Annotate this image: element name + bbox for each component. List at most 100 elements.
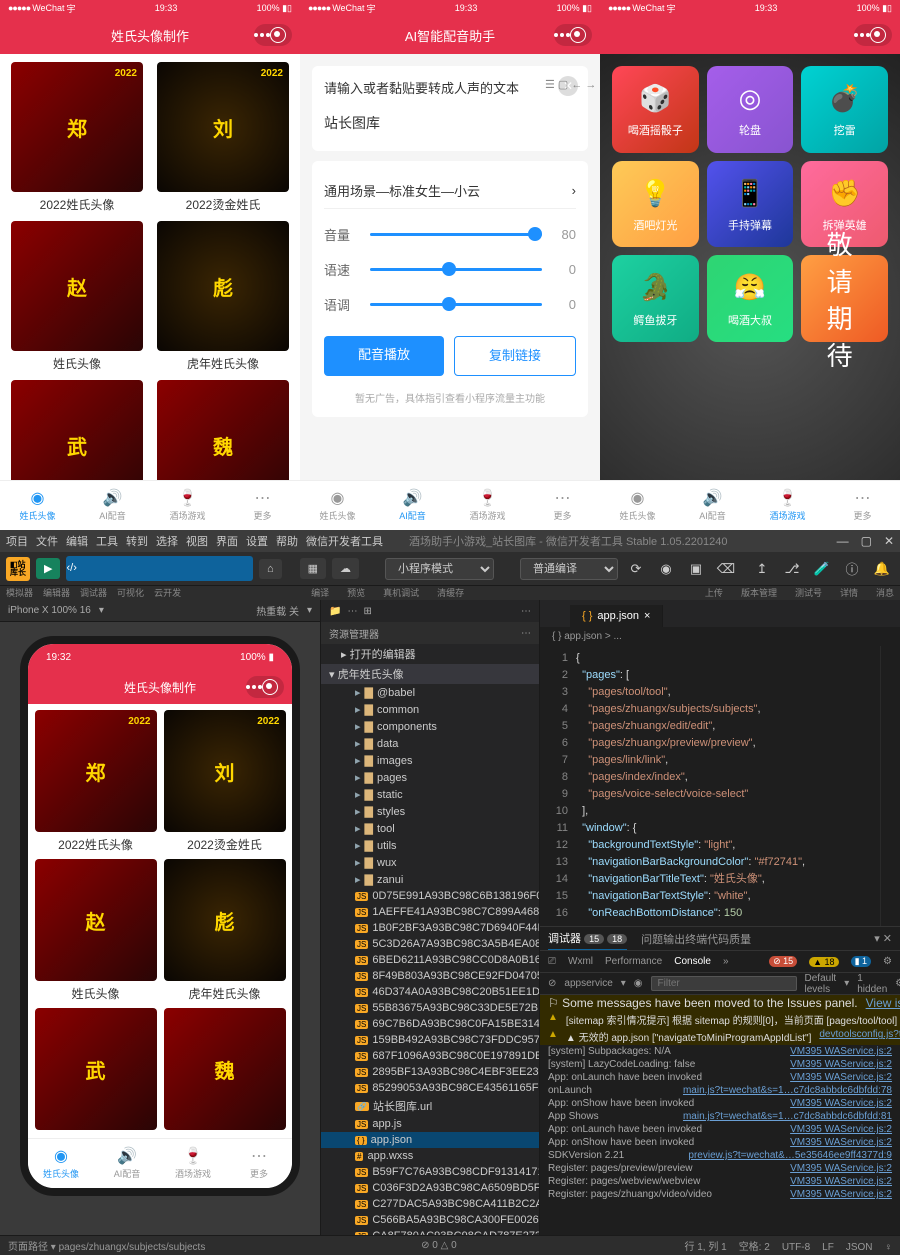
avatar-card[interactable]: 赵姓氏头像 (34, 859, 157, 1002)
file-item[interactable]: JS 687F1096A93BC98C0E197891DEAC9D83.js (321, 1048, 539, 1064)
file-item[interactable]: JS 1B0F2BF3A93BC98C7D6940F44FBC9D83.js (321, 920, 539, 936)
file-item[interactable]: JS 8F49B803A93BC98CE92FD04705C9D83.js (321, 968, 539, 984)
menu-转到[interactable]: 转到 (126, 536, 148, 548)
collapse-icon[interactable]: ▾ ✕ (874, 932, 892, 945)
preview-icon[interactable]: ◉ (654, 557, 678, 581)
game-tile-挖雷[interactable]: 💣挖雷 (801, 66, 888, 153)
menu-微信开发者工具[interactable]: 微信开发者工具 (306, 536, 383, 548)
nav-AI配音[interactable]: 🔊AI配音 (75, 481, 150, 530)
code-editor[interactable]: 12345678910111213141516 { "pages": [ "pa… (540, 646, 900, 926)
play-voice-button[interactable]: 配音播放 (324, 336, 444, 376)
message-icon[interactable]: 🔔 (870, 557, 894, 581)
nav-姓氏头像[interactable]: ◉姓氏头像 (300, 481, 375, 530)
console-tab-debugger[interactable]: 调试器 15 18 (548, 927, 627, 950)
cloud-button[interactable]: ☁ (332, 558, 359, 579)
file-item[interactable]: JS 6BED6211A93BC98CC0D8A0B16416C9D83.js (321, 952, 539, 968)
avatar-card[interactable]: 魏 (154, 380, 292, 480)
menu-文件[interactable]: 文件 (36, 536, 58, 548)
folder-components[interactable]: ▸ ▇ components (321, 718, 539, 735)
nav-姓氏头像[interactable]: ◉姓氏头像 (28, 1139, 94, 1188)
game-tile-喝酒大叔[interactable]: 😤喝酒大叔 (707, 255, 794, 342)
compile-icon[interactable]: ⟳ (624, 557, 648, 581)
simulator-button[interactable]: ▶ (36, 558, 60, 579)
file-item[interactable]: JS C036F3D2A93BC98CA6509BD5FD0D9D83.js (321, 1180, 539, 1196)
file-item[interactable]: JS B59F7C76A93BC98CDF9131417193AC9D83.js (321, 1164, 539, 1180)
filter-input[interactable] (651, 976, 797, 991)
avatar-card[interactable]: 彪虎年姓氏头像 (154, 221, 292, 372)
folder-utils[interactable]: ▸ ▇ utils (321, 837, 539, 854)
console-tab[interactable]: 代码质量 (707, 931, 751, 949)
file-item[interactable]: JS 46D374A0A93BC98C20B51EE1D9C9D83.js (321, 984, 539, 1000)
elements-icon[interactable]: ⎚ (548, 956, 556, 967)
voice-text-input[interactable]: 站长图库 (324, 107, 576, 139)
folder-styles[interactable]: ▸ ▇ styles (321, 803, 539, 820)
folder-wux[interactable]: ▸ ▇ wux (321, 854, 539, 871)
nav-酒场游戏[interactable]: 🍷酒场游戏 (750, 481, 825, 530)
folder-data[interactable]: ▸ ▇ data (321, 735, 539, 752)
copy-link-button[interactable]: 复制链接 (454, 336, 576, 376)
version-icon[interactable]: ⎇ (780, 557, 804, 581)
menu-视图[interactable]: 视图 (186, 536, 208, 548)
file-item[interactable]: JS 0D75E991A93BC98C6B138196F08C9D83.js (321, 888, 539, 904)
remote-debug-icon[interactable]: ▣ (684, 557, 708, 581)
folder-zanui[interactable]: ▸ ▇ zanui (321, 871, 539, 888)
folder-common[interactable]: ▸ ▇ common (321, 701, 539, 718)
avatar-card[interactable]: 赵姓氏头像 (8, 221, 146, 372)
nav-姓氏头像[interactable]: ◉姓氏头像 (600, 481, 675, 530)
file-item[interactable]: JS 69C7B6DA93BC98C0FA15BE31499C9D83.js (321, 1016, 539, 1032)
details-icon[interactable]: ⓘ (840, 557, 864, 581)
problems-count[interactable]: ⊘ 0 △ 0 (421, 1240, 457, 1251)
nav-酒场游戏[interactable]: 🍷酒场游戏 (160, 1139, 226, 1188)
mode-select[interactable]: 小程序模式 (385, 558, 494, 580)
clear-icon[interactable]: ⊘ (548, 978, 556, 989)
file-item[interactable]: JS 1AEFFE41A93BC98C7C899A4686BFB9D83.js (321, 904, 539, 920)
tone-slider[interactable] (370, 303, 542, 306)
menu-项目[interactable]: 项目 (6, 536, 28, 548)
upload-icon[interactable]: ↥ (750, 557, 774, 581)
file-item[interactable]: JS 2895BF13A93BC98C4EBF3EE23B6C0D83.js (321, 1064, 539, 1080)
maximize-icon[interactable]: ▢ (861, 534, 872, 548)
file-item[interactable]: JS 159BB492A93BC98C73FDDC95709C9D83.js (321, 1032, 539, 1048)
menu-编辑[interactable]: 编辑 (66, 536, 88, 548)
tab-performance[interactable]: Performance (605, 956, 662, 967)
nav-AI配音[interactable]: 🔊AI配音 (375, 481, 450, 530)
device-selector[interactable]: iPhone X 100% 16 (8, 605, 91, 616)
file-item[interactable]: 🔗 站长图库.url (321, 1096, 539, 1116)
settings-icon[interactable]: ⚙ (895, 978, 900, 989)
game-tile-轮盘[interactable]: ◎轮盘 (707, 66, 794, 153)
nav-姓氏头像[interactable]: ◉姓氏头像 (0, 481, 75, 530)
avatar-card[interactable]: 2022郑2022姓氏头像 (34, 710, 157, 853)
tree-open-editors[interactable]: ▸ 打开的编辑器 (321, 644, 539, 664)
avatar-card[interactable]: 彪虎年姓氏头像 (163, 859, 286, 1002)
file-item[interactable]: JS 55B83675A93BC98C33DE5E72BDC9D83.js (321, 1000, 539, 1016)
menu-选择[interactable]: 选择 (156, 536, 178, 548)
speed-slider[interactable] (370, 268, 542, 271)
file-item[interactable]: JS app.js (321, 1116, 539, 1132)
close-icon[interactable]: ✕ (884, 534, 894, 548)
file-item[interactable]: JS C277DAC5A93BC98CA411B2C2A2C29D83.js (321, 1196, 539, 1212)
capsule-menu[interactable] (554, 24, 592, 46)
game-tile-喝酒摇骰子[interactable]: 🎲喝酒摇骰子 (612, 66, 699, 153)
game-tile-手持弹幕[interactable]: 📱手持弹幕 (707, 161, 794, 248)
nav-更多[interactable]: ⋯更多 (225, 481, 300, 530)
folder-@babel[interactable]: ▸ ▇ @babel (321, 684, 539, 701)
console-tab[interactable]: 问题 (641, 931, 663, 949)
avatar-card[interactable]: 2022郑2022姓氏头像 (8, 62, 146, 213)
close-tab-icon[interactable]: × (644, 610, 650, 622)
file-item[interactable]: JS C566BA5A93BC98CA300FE0026DC9D83.js (321, 1212, 539, 1228)
tree-root[interactable]: ▾ 虎年姓氏头像 (321, 664, 539, 684)
tab-wxml[interactable]: Wxml (568, 956, 593, 967)
clear-cache-icon[interactable]: ⌫ (714, 557, 738, 581)
nav-更多[interactable]: ⋯更多 (226, 1139, 292, 1188)
file-item[interactable]: JS CA8F780AC93BC98CAD787E27213C9D83.js (321, 1228, 539, 1235)
folder-images[interactable]: ▸ ▇ images (321, 752, 539, 769)
settings-icon[interactable]: ⚙ (883, 956, 892, 967)
nav-更多[interactable]: ⋯更多 (525, 481, 600, 530)
folder-static[interactable]: ▸ ▇ static (321, 786, 539, 803)
visual-button[interactable]: ▦ (300, 558, 326, 579)
nav-AI配音[interactable]: 🔊AI配音 (675, 481, 750, 530)
nav-更多[interactable]: ⋯更多 (825, 481, 900, 530)
menu-设置[interactable]: 设置 (246, 536, 268, 548)
menu-界面[interactable]: 界面 (216, 536, 238, 548)
test-icon[interactable]: 🧪 (810, 557, 834, 581)
